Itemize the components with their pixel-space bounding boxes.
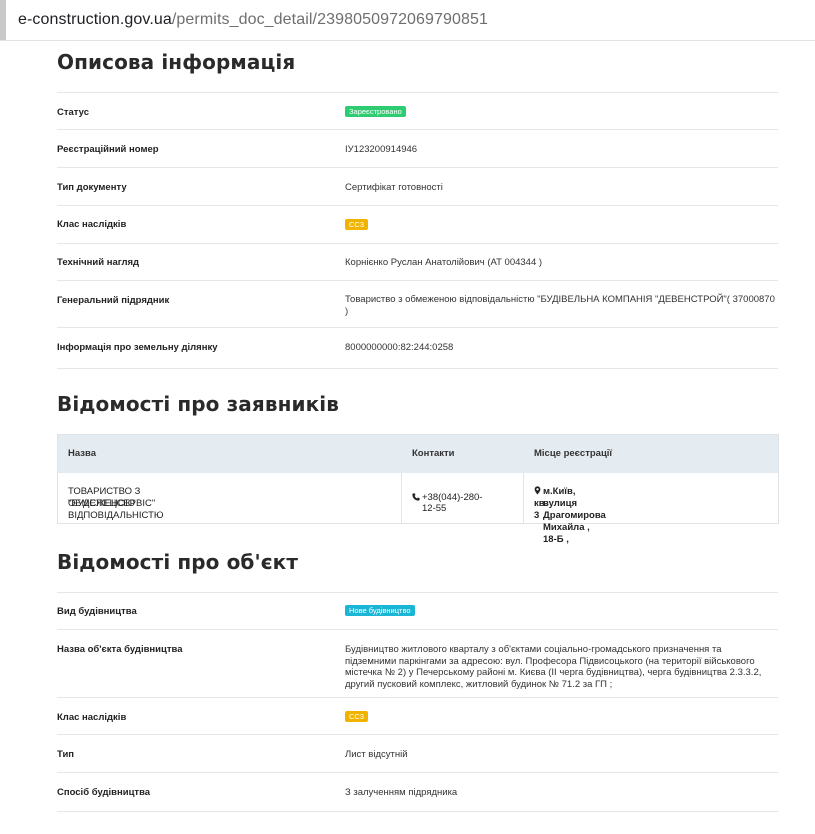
row-object-consequence-class: Клас наслідків СС3 bbox=[57, 697, 778, 735]
row-value: З залученням підрядника bbox=[345, 787, 458, 798]
location-pin-icon bbox=[534, 486, 541, 495]
row-land-plot-info: Інформація про земельну ділянку 80000000… bbox=[57, 327, 778, 369]
section-title-descriptive: Описова інформація bbox=[57, 50, 296, 74]
row-label: Спосіб будівництва bbox=[57, 787, 151, 798]
applicant-phone: +38(044)-280-12-55 bbox=[412, 492, 482, 514]
row-consequence-class: Клас наслідків СС3 bbox=[57, 205, 778, 244]
phone-icon bbox=[412, 493, 420, 501]
applicants-table: Назва Контакти Місце реєстрації ТОВАРИСТ… bbox=[57, 434, 779, 545]
column-divider bbox=[401, 473, 402, 523]
row-label: Назва об'єкта будівництва bbox=[57, 644, 183, 655]
row-value: Зареєстровано bbox=[345, 106, 775, 118]
url-path: /permits_doc_detail/2398050972069790851 bbox=[171, 11, 489, 28]
row-value: 8000000000:82:244:0258 bbox=[345, 342, 454, 353]
row-type: Тип Лист відсутній bbox=[57, 734, 778, 773]
row-label: Тип документу bbox=[57, 182, 127, 193]
applicants-table-header: Назва Контакти Місце реєстрації bbox=[58, 435, 778, 473]
url-text[interactable]: e-construction.gov.ua/permits_doc_detail… bbox=[18, 11, 488, 29]
table-row: ТОВАРИСТВО З ОБМЕЖЕНОЮ ВІДПОВІДАЛЬНІСТЮ "… bbox=[58, 473, 778, 545]
row-label: Інформація про земельну ділянку bbox=[57, 342, 218, 353]
row-construction-kind: Вид будівництва Нове будівництво bbox=[57, 592, 778, 630]
consequence-class-badge: СС3 bbox=[345, 219, 369, 230]
applicant-name-line: "БУДСПЕЦСЕРВІС" bbox=[68, 498, 156, 509]
address-bar-edge bbox=[0, 0, 6, 40]
row-value: Нове будівництво bbox=[345, 605, 775, 617]
row-value: Сертифікат готовності bbox=[345, 182, 443, 193]
consequence-class-badge: СС3 bbox=[345, 711, 369, 722]
column-divider bbox=[523, 473, 524, 523]
row-label: Тип bbox=[57, 749, 75, 760]
row-value: Лист відсутній bbox=[345, 749, 408, 760]
row-document-type: Тип документу Сертифікат готовності bbox=[57, 167, 778, 206]
row-label: Вид будівництва bbox=[57, 606, 137, 617]
row-label: Клас наслідків bbox=[57, 219, 127, 230]
url-host: e-construction.gov.ua bbox=[18, 11, 172, 28]
address-line: кв. 3 bbox=[534, 498, 548, 521]
row-technical-supervision: Технічний нагляд Корнієнко Руслан Анатол… bbox=[57, 243, 778, 281]
row-value: ІУ123200914946 bbox=[345, 144, 418, 155]
section-title-applicants: Відомості про заявників bbox=[57, 392, 340, 416]
row-object-name: Назва об'єкта будівництва Будівництво жи… bbox=[57, 629, 778, 698]
row-value: Будівництво житлового кварталу з об'єкта… bbox=[345, 644, 762, 690]
row-value: Корнієнко Руслан Анатолійович (АТ 004344… bbox=[345, 257, 543, 268]
column-header-contacts: Контакти bbox=[412, 448, 455, 459]
row-value: Товариство з обмеженою відповідальністю … bbox=[345, 294, 775, 317]
row-value: СС3 bbox=[345, 219, 775, 231]
address-line: м.Київ, вулиця Драгомирова Михайла , 18-… bbox=[543, 486, 606, 545]
row-label: Статус bbox=[57, 107, 90, 118]
row-label: Клас наслідків bbox=[57, 712, 127, 723]
row-construction-method: Спосіб будівництва З залученням підрядни… bbox=[57, 772, 778, 812]
row-general-contractor: Генеральний підрядник Товариство з обмеж… bbox=[57, 280, 778, 328]
row-label: Реєстраційний номер bbox=[57, 144, 159, 155]
browser-address-bar[interactable]: e-construction.gov.ua/permits_doc_detail… bbox=[0, 0, 815, 41]
applicant-address: м.Київ, вулиця Драгомирова Михайла , 18-… bbox=[534, 486, 606, 545]
phone-text: +38(044)-280-12-55 bbox=[422, 492, 483, 514]
row-registration-number: Реєстраційний номер ІУ123200914946 bbox=[57, 129, 778, 168]
column-header-name: Назва bbox=[68, 448, 96, 459]
row-value: СС3 bbox=[345, 711, 775, 723]
row-label: Генеральний підрядник bbox=[57, 295, 170, 306]
column-header-registration-place: Місце реєстрації bbox=[534, 448, 613, 459]
row-label: Технічний нагляд bbox=[57, 257, 140, 268]
row-status: Статус Зареєстровано bbox=[57, 92, 778, 130]
status-badge: Зареєстровано bbox=[345, 106, 406, 117]
construction-kind-badge: Нове будівництво bbox=[345, 605, 415, 616]
section-title-object: Відомості про об'єкт bbox=[57, 550, 299, 574]
